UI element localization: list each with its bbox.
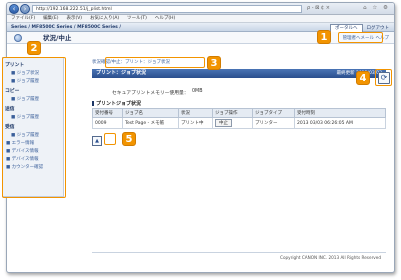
menu-view[interactable]: 表示(V)	[62, 15, 86, 23]
job-id-link[interactable]: 0009	[92, 117, 123, 129]
page-title-bar: Series / MF8500C Series / MF8500C Series…	[7, 23, 394, 33]
menu-edit[interactable]: 編集(E)	[39, 15, 62, 23]
menu-favorites[interactable]: お気に入り(A)	[86, 15, 123, 23]
menu-tools[interactable]: ツール(T)	[123, 15, 151, 23]
job-list-title: プリントジョブ状況	[92, 100, 141, 107]
url-tools-icon[interactable]: ρ - ⊠ ¢ ×	[307, 5, 330, 11]
scroll-top-button[interactable]: ▲	[92, 136, 102, 146]
table-header-row: 受付番号 ジョブ名 状況 ジョブ操作 ジョブタイプ 受付時刻	[92, 108, 386, 118]
forward-icon[interactable]: ›	[20, 4, 30, 14]
memory-usage: セキュアプリントメモリー使用量： 0MB	[112, 89, 202, 96]
page-title: 状況/中止	[43, 34, 72, 42]
memory-label: セキュアプリントメモリー使用量：	[112, 91, 189, 96]
column-header: ジョブ操作	[212, 108, 253, 118]
callout-1: 1	[317, 30, 331, 44]
section-header: プリント：ジョブ状況 最終更新 2013/03/03	[92, 69, 386, 78]
callout-5: 5	[122, 132, 136, 146]
section-title: プリント：ジョブ状況	[96, 70, 147, 76]
device-path: Series / MF8500C Series / MF8500C Series…	[11, 25, 122, 30]
highlight-portal	[338, 32, 383, 43]
menu-help[interactable]: ヘルプ(H)	[151, 15, 179, 23]
highlight-refresh	[375, 69, 392, 86]
url-input[interactable]: http://192.168.222.51/j_plist.html	[32, 5, 302, 13]
job-table: 受付番号 ジョブ名 状況 ジョブ操作 ジョブタイプ 受付時刻 0009 Test…	[92, 108, 386, 129]
browser-tools-icon[interactable]: ⌂ ☆ ⚙	[363, 5, 390, 11]
memory-value: 0MB	[192, 89, 203, 94]
job-time: 2013 03/03 06:26:05 AM	[294, 117, 386, 129]
footer: Copyright CANON INC. 2013 All Rights Res…	[92, 252, 386, 261]
callout-4: 4	[356, 71, 370, 85]
table-row: 0009 Test Page - メモ帳 プリント中 中止 プリンター 2013…	[92, 117, 386, 129]
page-header: 状況/中止 管理者へメール ヘルプ	[7, 32, 394, 44]
menu-bar: ファイル(F) 編集(E) 表示(V) お気に入り(A) ツール(T) ヘルプ(H)	[7, 15, 394, 23]
main-content: 状況確認/中止：プリント：ジョブ状況 プリント：ジョブ状況 最終更新 2013/…	[92, 55, 386, 260]
column-header: ジョブタイプ	[252, 108, 295, 118]
globe-icon	[14, 34, 22, 42]
column-header: ジョブ名	[122, 108, 179, 118]
address-bar: ‹ › http://192.168.222.51/j_plist.html ρ…	[7, 3, 394, 15]
copyright: Copyright CANON INC. 2013 All Rights Res…	[280, 255, 381, 260]
column-header: 受付番号	[92, 108, 123, 118]
column-header: 状況	[178, 108, 213, 118]
job-status: プリント中	[178, 117, 213, 129]
menu-file[interactable]: ファイル(F)	[7, 15, 39, 23]
highlight-sidebar	[2, 57, 66, 198]
cancel-job-button[interactable]: 中止	[215, 119, 232, 127]
highlight-top-button	[104, 133, 116, 145]
highlight-breadcrumb	[105, 57, 205, 68]
job-action-cell: 中止	[212, 117, 253, 129]
callout-3: 3	[207, 56, 221, 70]
job-name: Test Page - メモ帳	[122, 117, 179, 129]
logout-button[interactable]: ログアウト	[365, 25, 392, 32]
job-type: プリンター	[252, 117, 295, 129]
column-header: 受付時刻	[294, 108, 386, 118]
back-icon[interactable]: ‹	[9, 4, 19, 14]
callout-2: 2	[27, 41, 41, 55]
